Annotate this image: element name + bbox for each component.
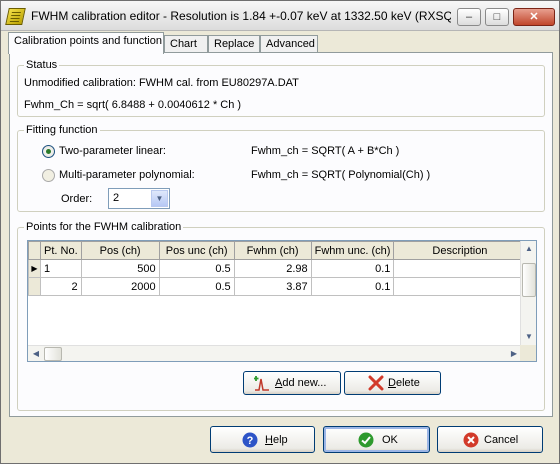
add-new-button[interactable]: Add new... [243,371,341,395]
window-title: FWHM calibration editor - Resolution is … [31,9,451,23]
cell-description[interactable] [393,259,527,278]
row-indicator-header [28,241,41,260]
points-grid[interactable]: Pt. No. Pos (ch) Pos unc (ch) Fwhm (ch) … [27,240,537,362]
cell-fwhm-unc[interactable]: 0.1 [310,259,395,278]
app-icon [5,8,26,25]
maximize-button[interactable]: □ [485,8,509,26]
row-indicator [28,277,41,296]
cell-fwhm[interactable]: 3.87 [233,277,312,296]
status-calibration-source: Unmodified calibration: FWHM cal. from E… [24,77,299,89]
cell-pos-unc[interactable]: 0.5 [158,277,235,296]
table-header-row: Pt. No. Pos (ch) Pos unc (ch) Fwhm (ch) … [28,241,527,260]
table-row[interactable]: ▶ 1 500 0.5 2.98 0.1 [28,259,527,278]
delete-button[interactable]: Delete [344,371,441,395]
cell-pos[interactable]: 500 [80,259,160,278]
order-select[interactable]: 2 ▼ [108,188,170,209]
column-header-description[interactable]: Description [393,241,527,260]
scroll-down-icon[interactable]: ▼ [521,329,536,345]
horizontal-scrollbar[interactable]: ◀ ▶ [28,345,522,361]
multi-param-label[interactable]: Multi-parameter polynomial: [59,169,195,181]
order-value: 2 [113,192,120,204]
column-header-fwhm[interactable]: Fwhm (ch) [233,241,312,260]
current-row-arrow-icon: ▶ [28,259,41,278]
delete-x-icon [368,375,384,391]
column-header-pos[interactable]: Pos (ch) [80,241,160,260]
table-row[interactable]: 2 2000 0.5 3.87 0.1 [28,277,527,296]
cell-fwhm-unc[interactable]: 0.1 [310,277,395,296]
two-param-formula: Fwhm_ch = SQRT( A + B*Ch ) [251,145,400,157]
fitting-group-title: Fitting function [24,124,100,136]
help-button[interactable]: ? Help [210,426,315,453]
help-label: Help [265,434,288,446]
two-param-label[interactable]: Two-parameter linear: [59,145,166,157]
help-icon: ? [242,432,258,448]
scrollbar-corner [520,345,536,361]
status-group-title: Status [24,59,60,71]
tab-advanced[interactable]: Advanced [260,35,318,53]
cell-fwhm[interactable]: 2.98 [233,259,312,278]
cell-pt-no[interactable]: 2 [40,277,82,296]
points-table: Pt. No. Pos (ch) Pos unc (ch) Fwhm (ch) … [28,241,527,296]
scroll-left-icon[interactable]: ◀ [28,346,44,361]
title-bar[interactable]: FWHM calibration editor - Resolution is … [1,1,559,31]
fitting-function-group: Fitting function Two-parameter linear: F… [17,124,545,212]
fwhm-calibration-window: FWHM calibration editor - Resolution is … [0,0,560,464]
svg-text:?: ? [247,435,254,447]
ok-label: OK [382,434,398,446]
scroll-up-icon[interactable]: ▲ [521,241,536,257]
points-group-title: Points for the FWHM calibration [24,221,184,233]
cancel-button[interactable]: Cancel [437,426,543,453]
chevron-down-icon[interactable]: ▼ [151,190,168,207]
cell-description[interactable] [393,277,527,296]
add-peak-icon [254,376,269,391]
cell-pos[interactable]: 2000 [80,277,160,296]
multi-param-formula: Fwhm_ch = SQRT( Polynomial(Ch) ) [251,169,431,181]
status-group: Status Unmodified calibration: FWHM cal.… [17,59,545,117]
column-header-fwhm-unc[interactable]: Fwhm unc. (ch) [310,241,395,260]
tab-chart[interactable]: Chart [164,35,208,53]
vertical-scrollbar[interactable]: ▲ ▼ [520,241,536,345]
tab-replace[interactable]: Replace [208,35,260,53]
add-new-label: Add new... [275,377,327,389]
tab-calibration-points[interactable]: Calibration points and function [8,32,164,54]
check-icon [358,432,374,448]
cancel-label: Cancel [484,434,519,446]
minimize-button[interactable]: – [457,8,481,26]
column-header-pos-unc[interactable]: Pos unc (ch) [158,241,235,260]
cancel-icon [463,432,479,448]
status-formula: Fwhm_Ch = sqrt( 6.8488 + 0.0040612 * Ch … [24,99,242,111]
vertical-scroll-thumb[interactable] [522,263,536,297]
ok-button[interactable]: OK [323,426,430,453]
two-param-radio[interactable] [42,145,55,158]
close-button[interactable]: ✕ [513,8,555,26]
cell-pt-no[interactable]: 1 [40,259,82,278]
delete-label: Delete [388,377,420,389]
multi-param-radio[interactable] [42,169,55,182]
order-label: Order: [61,193,93,205]
column-header-pt-no[interactable]: Pt. No. [40,241,82,260]
calibration-tab-page: Status Unmodified calibration: FWHM cal.… [9,52,553,417]
horizontal-scroll-thumb[interactable] [44,347,62,361]
cell-pos-unc[interactable]: 0.5 [158,259,235,278]
